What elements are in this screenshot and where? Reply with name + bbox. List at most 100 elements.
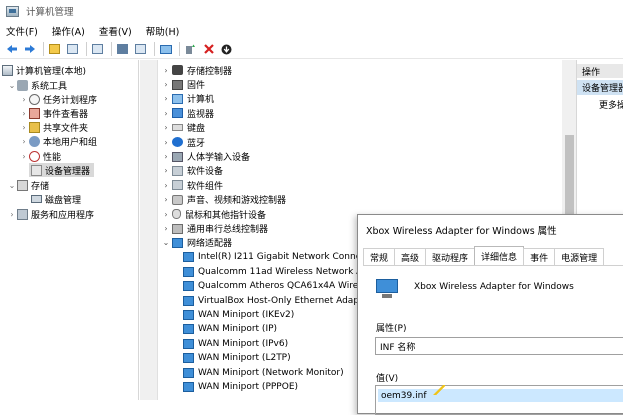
- expand-chevron-icon[interactable]: ›: [19, 123, 29, 132]
- tab-driver[interactable]: 驱动程序: [425, 248, 476, 265]
- tab-power-management[interactable]: 电源管理: [554, 248, 605, 265]
- network-adapter-row[interactable]: WAN Miniport (PPPOE): [183, 380, 298, 394]
- device-category-row[interactable]: › 软件组件: [160, 178, 223, 192]
- device-label: WAN Miniport (L2TP): [198, 353, 291, 364]
- expand-chevron-icon[interactable]: ›: [19, 152, 29, 161]
- tree-item-label: 设备管理器: [45, 166, 91, 177]
- menu-bar: 文件(F) 操作(A) 查看(V) 帮助(H): [0, 22, 623, 40]
- tree-item-label: 本地用户和组: [43, 137, 98, 148]
- tree-item-disk-management[interactable]: 磁盘管理: [31, 192, 81, 206]
- expand-chevron-icon[interactable]: ›: [160, 224, 172, 233]
- tree-item-task-scheduler[interactable]: › 任务计划程序: [19, 92, 97, 106]
- expand-chevron-icon[interactable]: ›: [160, 166, 172, 175]
- network-adapter-row[interactable]: WAN Miniport (IKEv2): [183, 308, 294, 322]
- device-category-row[interactable]: › 计算机: [160, 92, 214, 106]
- network-adapter-row[interactable]: WAN Miniport (IP): [183, 322, 277, 336]
- expand-chevron-icon[interactable]: ›: [19, 137, 29, 146]
- device-category-row[interactable]: › 存储控制器: [160, 63, 232, 77]
- monitor-icon: [172, 108, 183, 119]
- menu-file[interactable]: 文件(F): [6, 24, 38, 38]
- tree-item-shared-folders[interactable]: › 共享文件夹: [19, 120, 88, 134]
- properties-icon[interactable]: [90, 42, 105, 57]
- tab-general[interactable]: 常规: [363, 248, 396, 265]
- device-category-row[interactable]: ⌄ 网络适配器: [160, 236, 232, 250]
- help-icon[interactable]: [115, 42, 130, 57]
- action-more-actions[interactable]: 更多操作: [599, 98, 623, 111]
- property-select-value: INF 名称: [380, 342, 416, 353]
- device-category-row[interactable]: › 通用串行总线控制器: [160, 221, 268, 235]
- expand-chevron-icon[interactable]: ›: [7, 210, 17, 219]
- network-adapter-row[interactable]: VirtualBox Host-Only Ethernet Adapter: [183, 293, 372, 307]
- device-category-row[interactable]: › 软件设备: [160, 164, 223, 178]
- device-category-row[interactable]: › 鼠标和其他指针设备: [160, 207, 266, 221]
- device-category-row[interactable]: › 键盘: [160, 121, 205, 135]
- menu-view[interactable]: 查看(V): [99, 24, 132, 38]
- network-adapter-row[interactable]: WAN Miniport (Network Monitor): [183, 365, 344, 379]
- uninstall-icon[interactable]: [201, 42, 216, 57]
- collapse-chevron-icon[interactable]: ⌄: [7, 181, 17, 190]
- update-driver-icon[interactable]: [183, 42, 198, 57]
- toolbar: [0, 40, 623, 59]
- software-device-icon: [172, 165, 183, 176]
- network-adapter-row[interactable]: WAN Miniport (L2TP): [183, 351, 291, 365]
- property-select[interactable]: INF 名称: [375, 337, 623, 355]
- collapse-chevron-icon[interactable]: ⌄: [7, 81, 17, 90]
- device-category-row[interactable]: › 监视器: [160, 106, 214, 120]
- tree-item-computer-management[interactable]: 计算机管理(本地): [2, 63, 86, 77]
- download-icon[interactable]: [219, 42, 234, 57]
- expand-chevron-icon[interactable]: ›: [160, 123, 172, 132]
- device-category-row[interactable]: › 声音、视频和游戏控制器: [160, 193, 286, 207]
- back-arrow-icon[interactable]: [4, 42, 19, 57]
- expand-chevron-icon[interactable]: ›: [160, 138, 172, 147]
- device-label: 通用串行总线控制器: [187, 225, 269, 236]
- expand-chevron-icon[interactable]: ›: [160, 210, 172, 219]
- expand-chevron-icon[interactable]: ›: [19, 109, 29, 118]
- menu-help[interactable]: 帮助(H): [146, 24, 180, 38]
- tree-item-event-viewer[interactable]: › 事件查看器: [19, 106, 88, 120]
- network-icon: [183, 381, 194, 392]
- network-adapter-row[interactable]: WAN Miniport (IPv6): [183, 337, 288, 351]
- view-icon[interactable]: [133, 42, 148, 57]
- action-device-manager[interactable]: 设备管理器: [577, 80, 623, 95]
- tree-item-storage[interactable]: ⌄ 存储: [7, 178, 49, 192]
- expand-chevron-icon[interactable]: ›: [19, 95, 29, 104]
- device-category-row[interactable]: › 人体学输入设备: [160, 149, 250, 163]
- tree-item-label: 事件查看器: [43, 109, 89, 120]
- device-label: WAN Miniport (PPPOE): [198, 381, 299, 392]
- network-adapter-icon: [376, 279, 398, 299]
- device-category-row[interactable]: › 固件: [160, 77, 205, 91]
- tab-details[interactable]: 详细信息: [474, 246, 525, 265]
- network-icon: [183, 367, 194, 378]
- firmware-icon: [172, 79, 183, 90]
- tree-item-services-apps[interactable]: › 服务和应用程序: [7, 207, 94, 221]
- toolbar-separator: [179, 42, 180, 56]
- forward-arrow-icon[interactable]: [22, 42, 37, 57]
- dialog-tabs: 常规 高级 驱动程序 详细信息 事件 电源管理: [363, 246, 605, 265]
- show-hide-tree-icon[interactable]: [65, 42, 80, 57]
- tab-advanced[interactable]: 高级: [394, 248, 427, 265]
- device-label: 软件设备: [187, 167, 224, 178]
- tree-item-local-users[interactable]: › 本地用户和组: [19, 134, 97, 148]
- properties-dialog: Xbox Wireless Adapter for Windows 属性 常规 …: [357, 214, 623, 415]
- monitor-icon[interactable]: [158, 42, 173, 57]
- value-list[interactable]: oem39.inf: [375, 385, 623, 415]
- tree-item-system-tools[interactable]: ⌄ 系统工具: [7, 78, 67, 92]
- expand-chevron-icon[interactable]: ›: [160, 94, 172, 103]
- up-folder-icon[interactable]: [47, 42, 62, 57]
- network-icon: [183, 281, 194, 292]
- expand-chevron-icon[interactable]: ›: [160, 195, 172, 204]
- device-category-row[interactable]: › 蓝牙: [160, 135, 205, 149]
- expand-chevron-icon[interactable]: ›: [160, 80, 172, 89]
- expand-chevron-icon[interactable]: ›: [160, 66, 172, 75]
- tree-item-performance[interactable]: › 性能: [19, 149, 61, 163]
- collapse-chevron-icon[interactable]: ⌄: [160, 238, 172, 247]
- value-item[interactable]: oem39.inf: [378, 389, 623, 402]
- expand-chevron-icon[interactable]: ›: [160, 181, 172, 190]
- toolbar-separator: [86, 42, 87, 56]
- tab-events[interactable]: 事件: [523, 248, 556, 265]
- expand-chevron-icon[interactable]: ›: [160, 109, 172, 118]
- menu-action[interactable]: 操作(A): [52, 24, 85, 38]
- tree-item-device-manager[interactable]: 设备管理器: [29, 163, 95, 177]
- network-adapter-row[interactable]: Intel(R) I211 Gigabit Network Connection: [183, 250, 383, 264]
- expand-chevron-icon[interactable]: ›: [160, 152, 172, 161]
